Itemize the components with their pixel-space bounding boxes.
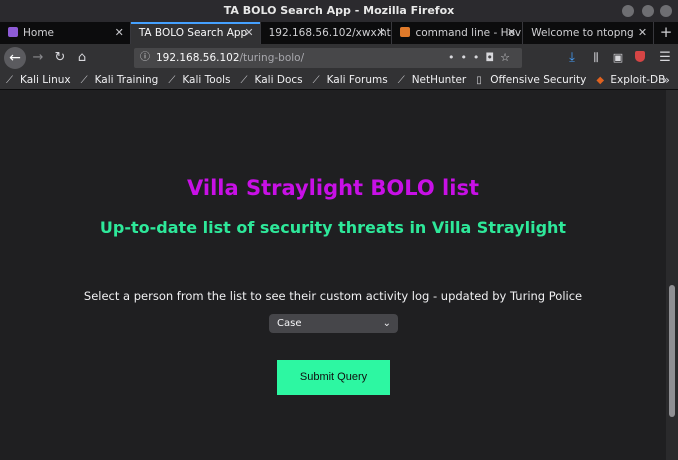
navigation-toolbar: ← → ↻ ⌂ ⓘ 192.168.56.102/turing-bolo/ ••…: [0, 44, 678, 72]
minimize-button[interactable]: [622, 5, 634, 17]
submit-query-button[interactable]: Submit Query: [277, 360, 390, 395]
maximize-button[interactable]: [642, 5, 654, 17]
bookmark-kali-forums[interactable]: ⟋ Kali Forums: [313, 72, 388, 89]
kali-dragon-icon: ⟋: [240, 75, 248, 86]
bookmark-kali-linux[interactable]: ⟋ Kali Linux: [6, 72, 71, 89]
site-info-icon[interactable]: ⓘ: [140, 48, 150, 68]
new-tab-button[interactable]: +: [654, 22, 678, 44]
vertical-scrollbar[interactable]: [666, 90, 678, 460]
home-button[interactable]: ⌂: [72, 48, 92, 68]
home-favicon-icon: [8, 27, 18, 37]
pocket-icon[interactable]: ◘: [485, 51, 500, 64]
kali-dragon-icon: ⟋: [6, 75, 13, 86]
page-content: Villa Straylight BOLO list Up-to-date li…: [0, 90, 666, 460]
scrollbar-thumb[interactable]: [669, 285, 675, 417]
tab-label: TA BOLO Search App: [138, 27, 248, 39]
bookmark-nethunter[interactable]: ⟋ NetHunter: [398, 72, 467, 89]
addon-shield-icon[interactable]: [630, 48, 650, 68]
menu-hamburger-icon[interactable]: ☰: [655, 48, 675, 68]
page-subtitle: Up-to-date list of security threats in V…: [99, 218, 567, 237]
close-window-button[interactable]: [660, 5, 672, 17]
kali-dragon-icon: ⟋: [80, 75, 88, 86]
tab-bar: Home ✕ TA BOLO Search App ✕ 192.168.56.1…: [0, 22, 678, 44]
url-host: 192.168.56.102: [156, 52, 240, 64]
tab-command-line[interactable]: command line - Hov ✕: [392, 22, 524, 44]
chevron-down-icon: ⌄: [382, 318, 391, 329]
exploitdb-icon: ◆: [596, 75, 605, 86]
select-value: Case: [277, 318, 302, 329]
tab-home[interactable]: Home ✕: [0, 22, 131, 44]
bookmarks-toolbar: ⟋ Kali Linux ⟋ Kali Training ⟋ Kali Tools ⟋…: [0, 72, 678, 90]
person-select[interactable]: Case ⌄: [269, 314, 398, 333]
stackexchange-favicon-icon: [400, 27, 411, 37]
bookmark-kali-training[interactable]: ⟋ Kali Training: [81, 72, 159, 89]
bookmark-kali-docs[interactable]: ⟋ Kali Docs: [241, 72, 303, 89]
bookmark-kali-tools[interactable]: ⟋ Kali Tools: [168, 72, 230, 89]
tab-label: command line - Hov: [415, 27, 522, 39]
more-bookmarks-chevron-icon[interactable]: »: [663, 72, 670, 89]
bookmark-offensive-security[interactable]: ▯ Offensive Security: [476, 72, 586, 89]
page-actions-icon[interactable]: •••: [448, 51, 485, 64]
close-tab-icon[interactable]: ✕: [507, 22, 516, 44]
tab-label: Home: [23, 27, 55, 39]
kali-dragon-icon: ⟋: [168, 75, 176, 86]
offsec-icon: ▯: [476, 75, 482, 86]
bookmark-star-icon[interactable]: ☆: [500, 51, 516, 64]
instruction-text: Select a person from the list to see the…: [83, 289, 583, 303]
forward-button[interactable]: →: [28, 48, 48, 68]
close-tab-icon[interactable]: ✕: [115, 22, 124, 44]
tab-ntopng[interactable]: Welcome to ntopng ✕: [523, 22, 655, 44]
page-title: Villa Straylight BOLO list: [186, 176, 479, 200]
reload-button[interactable]: ↻: [50, 48, 70, 68]
tab-bolo-search[interactable]: TA BOLO Search App ✕: [130, 22, 261, 44]
back-button[interactable]: ←: [4, 47, 26, 69]
downloads-icon[interactable]: ⤓: [562, 48, 582, 68]
close-tab-icon[interactable]: ✕: [638, 22, 647, 44]
library-icon[interactable]: ⫼: [586, 48, 606, 68]
kali-dragon-icon: ⟋: [397, 75, 405, 86]
kali-dragon-icon: ⟋: [312, 75, 320, 86]
url-bar[interactable]: ⓘ 192.168.56.102/turing-bolo/ •••◘☆: [134, 48, 522, 68]
window-title: TA BOLO Search App - Mozilla Firefox: [223, 4, 455, 17]
window-title-bar: TA BOLO Search App - Mozilla Firefox: [0, 0, 678, 22]
sidebar-icon[interactable]: ▣: [608, 48, 628, 68]
close-tab-icon[interactable]: ✕: [244, 22, 253, 44]
close-tab-icon[interactable]: ✕: [376, 22, 385, 44]
tab-xwx[interactable]: 192.168.56.102/xwx.ht ✕: [261, 22, 393, 44]
bookmark-exploit-db[interactable]: ◆ Exploit-DB: [596, 72, 665, 89]
tab-label: 192.168.56.102/xwx.ht: [268, 27, 391, 39]
tab-label: Welcome to ntopng: [531, 27, 634, 39]
url-path: /turing-bolo/: [239, 52, 305, 64]
